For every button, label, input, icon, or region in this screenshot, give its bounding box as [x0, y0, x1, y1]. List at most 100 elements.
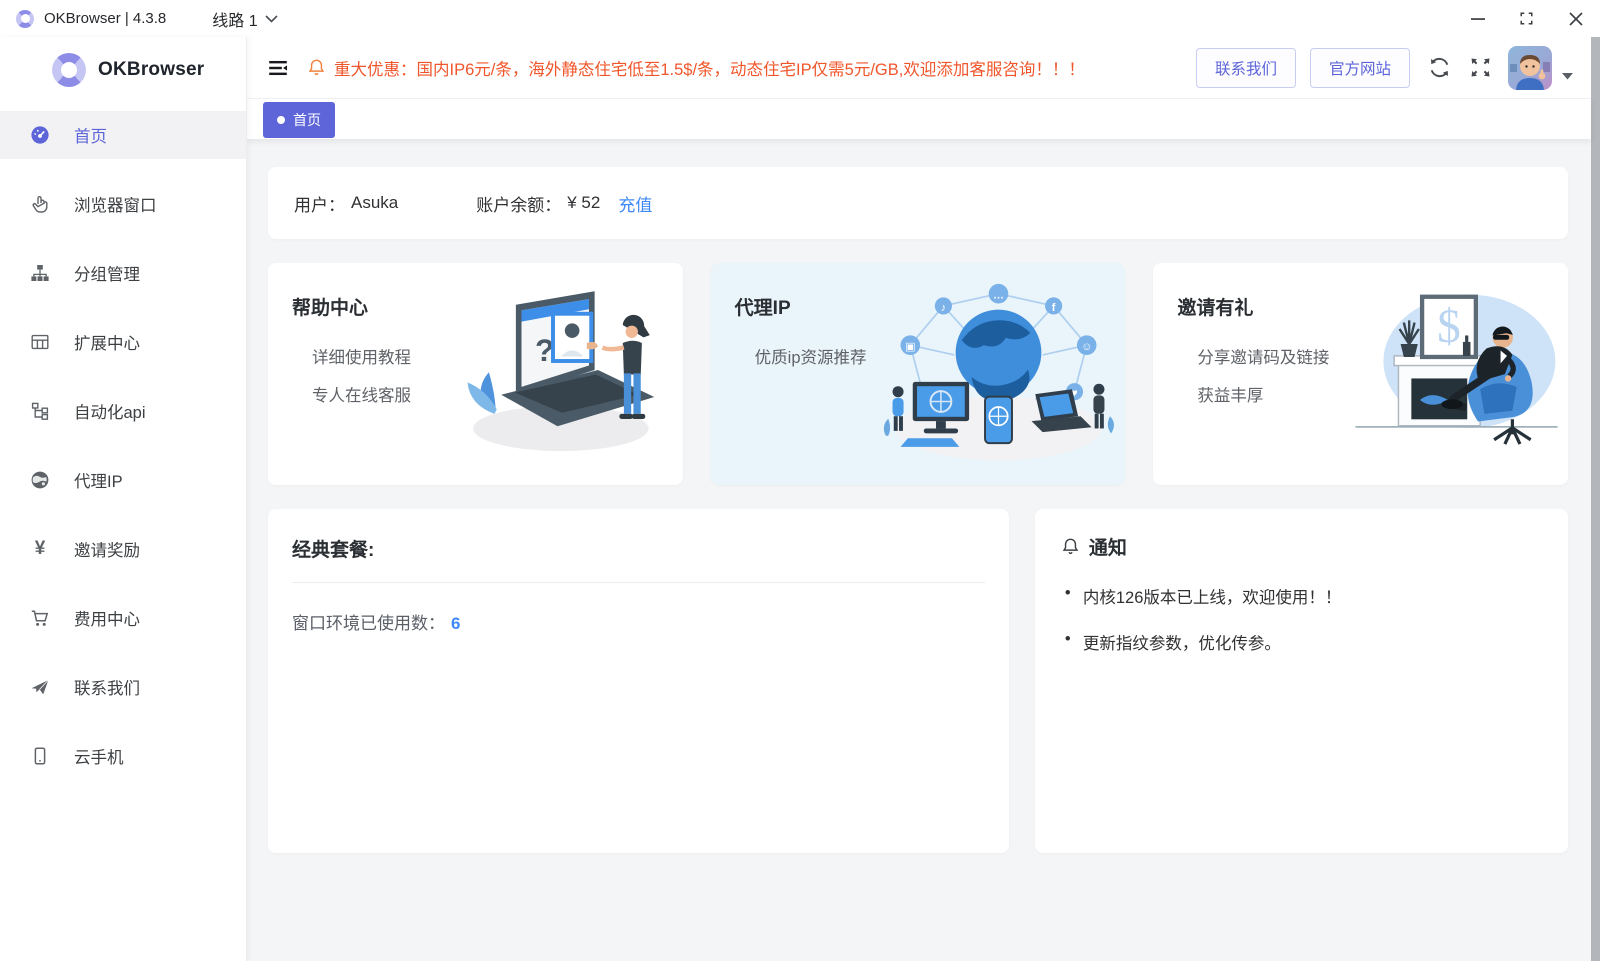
window-controls	[1453, 0, 1600, 37]
maximize-button[interactable]	[1502, 0, 1551, 37]
sidebar-item-cloud-phone[interactable]: 云手机	[0, 732, 246, 780]
avatar-dropdown-caret-icon[interactable]	[1562, 73, 1573, 80]
official-website-button[interactable]: 官方网站	[1310, 48, 1410, 88]
sidebar-item-proxy-ip[interactable]: 代理IP	[0, 456, 246, 504]
dashboard-icon	[30, 125, 50, 145]
notice-header: 通知	[1061, 533, 1542, 560]
pointer-icon	[30, 194, 50, 214]
minimize-icon	[1471, 12, 1485, 26]
account-balance: 账户余额： ¥ 52 充值	[476, 191, 652, 216]
yen-icon: ¥	[30, 539, 50, 559]
sidebar-item-billing-center[interactable]: 费用中心	[0, 594, 246, 642]
titlebar: OKBrowser | 4.3.8 线路 1	[0, 0, 1600, 37]
announcement-text: 重大优惠：国内IP6元/条，海外静态住宅低至1.5$/条，动态住宅IP仅需5元/…	[334, 56, 1085, 80]
divider	[292, 582, 985, 583]
sidebar-item-label: 代理IP	[74, 468, 123, 492]
account-card: 用户： Asuka 账户余额： ¥ 52 充值	[268, 167, 1568, 239]
notice-item: 更新指纹参数，优化传参。	[1061, 630, 1542, 654]
sitemap-icon	[30, 263, 50, 283]
tab-home[interactable]: 首页	[263, 102, 335, 138]
sidebar-item-home[interactable]: 首页	[0, 111, 246, 159]
invite-reward-card[interactable]: 邀请有礼 分享邀请码及链接 获益丰厚 $	[1153, 263, 1568, 485]
cart-icon	[30, 608, 50, 628]
notice-bell-icon	[1061, 537, 1080, 556]
brand-logo-icon	[52, 53, 86, 87]
announcement-bell-icon	[307, 58, 326, 77]
tab-home-label: 首页	[293, 110, 321, 130]
account-user: 用户： Asuka	[294, 191, 398, 216]
bottom-row: 经典套餐: 窗口环境已使用数： 6 通知 内核126版本已上线，欢迎使用！！ 更新…	[268, 509, 1568, 853]
fullscreen-icon[interactable]	[1469, 56, 1492, 79]
sidebar-item-group-management[interactable]: 分组管理	[0, 249, 246, 297]
line-selector-label: 线路 1	[212, 7, 257, 31]
svg-text:▣: ▣	[905, 341, 915, 353]
brand-name: OKBrowser	[98, 59, 204, 81]
sidebar-item-label: 邀请奖励	[74, 537, 140, 561]
scrollbar[interactable]	[1591, 37, 1600, 961]
classic-package-card: 经典套餐: 窗口环境已使用数： 6	[268, 509, 1009, 853]
usage-value: 6	[451, 614, 460, 633]
window-env-usage: 窗口环境已使用数： 6	[292, 609, 985, 634]
svg-text:♪: ♪	[941, 302, 947, 314]
user-label: 用户：	[294, 191, 345, 216]
grid-icon	[30, 332, 50, 352]
send-icon	[30, 677, 50, 697]
content-area: 用户： Asuka 账户余额： ¥ 52 充值 帮助中心 详细使用教程 专人在线…	[247, 139, 1591, 961]
svg-text:…: …	[993, 290, 1004, 302]
invite-reward-illustration: $	[1349, 277, 1564, 467]
app-logo-icon	[16, 10, 34, 28]
contact-us-button[interactable]: 联系我们	[1196, 48, 1296, 88]
balance-label: 账户余额：	[476, 191, 561, 216]
sidebar-item-browser-windows[interactable]: 浏览器窗口	[0, 180, 246, 228]
sidebar-item-contact-us[interactable]: 联系我们	[0, 663, 246, 711]
app-title: OKBrowser | 4.3.8	[44, 10, 166, 27]
proxy-ip-card[interactable]: 代理IP 优质ip资源推荐 …♪f▣☺$♥	[711, 263, 1126, 485]
classic-package-title: 经典套餐:	[292, 535, 985, 562]
sidebar-item-label: 云手机	[74, 744, 124, 768]
tab-active-dot-icon	[277, 116, 285, 124]
sidebar-item-label: 联系我们	[74, 675, 140, 699]
notice-title: 通知	[1089, 533, 1127, 560]
username: Asuka	[351, 193, 398, 213]
user-avatar[interactable]	[1508, 46, 1552, 90]
recharge-link[interactable]: 充值	[618, 191, 652, 216]
line-selector-dropdown[interactable]: 线路 1	[212, 7, 277, 31]
close-button[interactable]	[1551, 0, 1600, 37]
usage-label: 窗口环境已使用数：	[292, 614, 445, 633]
svg-text:f: f	[1052, 302, 1056, 314]
sidebar-item-label: 自动化api	[74, 399, 146, 423]
sidebar-nav: 首页 浏览器窗口 分组管理 扩展中心	[0, 111, 246, 780]
chevron-down-icon	[265, 15, 278, 23]
sidebar-item-label: 首页	[74, 123, 107, 147]
tab-bar: 首页	[247, 99, 1591, 139]
refresh-icon[interactable]	[1428, 56, 1451, 79]
sidebar-item-label: 扩展中心	[74, 330, 140, 354]
globe-icon	[30, 470, 50, 490]
balance-value: ¥ 52	[567, 193, 600, 213]
notice-card: 通知 内核126版本已上线，欢迎使用！！ 更新指纹参数，优化传参。	[1035, 509, 1568, 853]
sidebar-item-label: 费用中心	[74, 606, 140, 630]
main-area: 重大优惠：国内IP6元/条，海外静态住宅低至1.5$/条，动态住宅IP仅需5元/…	[247, 37, 1591, 961]
main-header: 重大优惠：国内IP6元/条，海外静态住宅低至1.5$/条，动态住宅IP仅需5元/…	[247, 37, 1591, 99]
feature-cards-row: 帮助中心 详细使用教程 专人在线客服 ?	[268, 263, 1568, 485]
phone-icon	[30, 746, 50, 766]
sidebar-item-extension-center[interactable]: 扩展中心	[0, 318, 246, 366]
sidebar-item-invite-rewards[interactable]: ¥ 邀请奖励	[0, 525, 246, 573]
sidebar: OKBrowser 首页 浏览器窗口 分组管理	[0, 37, 247, 961]
sidebar-item-label: 浏览器窗口	[74, 192, 157, 216]
notice-list: 内核126版本已上线，欢迎使用！！ 更新指纹参数，优化传参。	[1061, 584, 1542, 654]
sidebar-item-label: 分组管理	[74, 261, 140, 285]
svg-text:☺: ☺	[1081, 341, 1092, 353]
flow-icon	[30, 401, 50, 421]
maximize-icon	[1519, 11, 1534, 26]
svg-text:$: $	[1437, 301, 1461, 353]
close-icon	[1569, 12, 1583, 26]
help-center-illustration: ?	[454, 277, 679, 472]
sidebar-item-automation-api[interactable]: 自动化api	[0, 387, 246, 435]
proxy-ip-illustration: …♪f▣☺$♥	[876, 277, 1121, 477]
menu-fold-icon[interactable]	[267, 57, 289, 79]
notice-item: 内核126版本已上线，欢迎使用！！	[1061, 584, 1542, 608]
minimize-button[interactable]	[1453, 0, 1502, 37]
help-center-card[interactable]: 帮助中心 详细使用教程 专人在线客服 ?	[268, 263, 683, 485]
sidebar-brand: OKBrowser	[0, 37, 246, 105]
